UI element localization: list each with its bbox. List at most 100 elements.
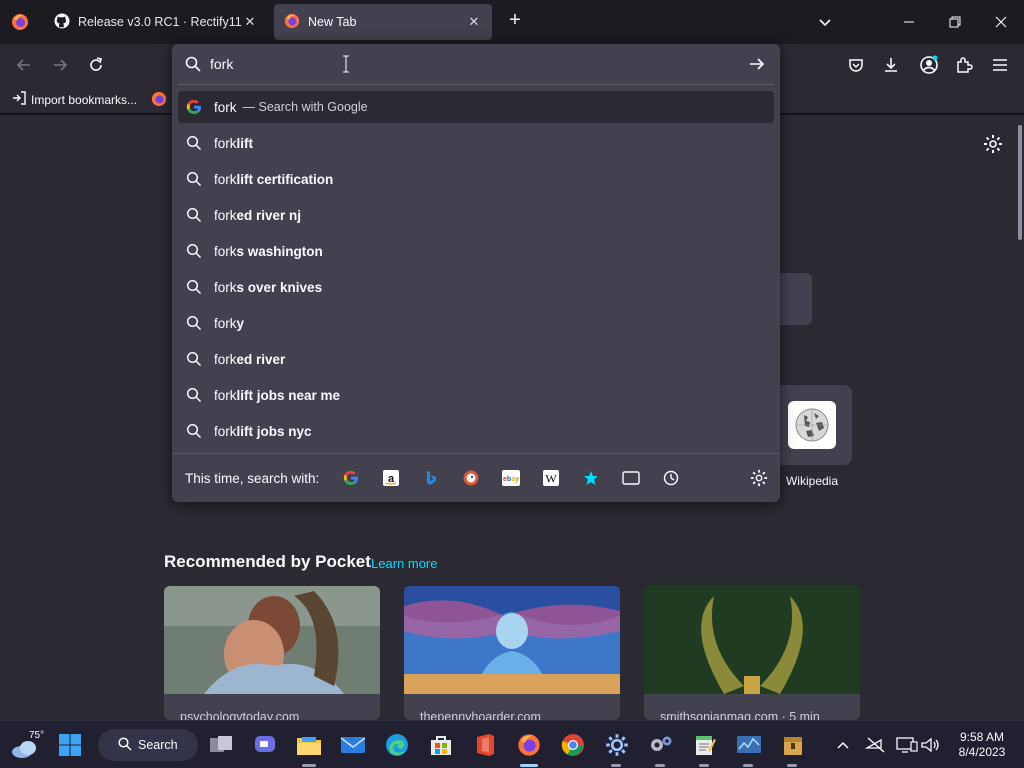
resource-monitor-icon[interactable] bbox=[735, 731, 763, 759]
mail-icon[interactable] bbox=[339, 731, 367, 759]
card-source: thepennyhoarder.com bbox=[420, 710, 541, 720]
file-explorer-icon[interactable] bbox=[295, 731, 323, 759]
bookmarks-star-icon[interactable] bbox=[580, 467, 602, 489]
menu-icon[interactable] bbox=[988, 53, 1012, 77]
search-icon bbox=[184, 55, 202, 73]
one-off-label: This time, search with: bbox=[185, 471, 320, 486]
suggestion-row[interactable]: fork lift certification bbox=[178, 163, 774, 195]
running-indicator bbox=[743, 764, 753, 767]
suggestion-row[interactable]: fork lift bbox=[178, 127, 774, 159]
firefox-icon bbox=[284, 13, 300, 32]
tab-new-tab[interactable]: New Tab ✕ bbox=[274, 4, 492, 40]
settings-app-icon[interactable] bbox=[603, 731, 631, 759]
clock-time: 9:58 AM bbox=[959, 730, 1005, 744]
chrome-icon[interactable] bbox=[559, 731, 587, 759]
suggestion-row[interactable]: fork ed river nj bbox=[178, 199, 774, 231]
tab-title: Release v3.0 RC1 · Rectify11/Inst bbox=[78, 15, 242, 29]
show-hidden-icons-chevron-icon[interactable] bbox=[829, 731, 857, 759]
suggestion-row[interactable]: fork s over knives bbox=[178, 271, 774, 303]
suggestion-row[interactable]: fork ed river bbox=[178, 343, 774, 375]
list-all-tabs-icon[interactable] bbox=[815, 12, 835, 32]
search-icon bbox=[184, 385, 204, 405]
control-panel-gears-icon[interactable] bbox=[647, 731, 675, 759]
pocket-icon[interactable] bbox=[844, 53, 868, 77]
close-window-button[interactable] bbox=[987, 8, 1015, 36]
search-icon bbox=[184, 133, 204, 153]
windows-start-icon[interactable] bbox=[56, 731, 84, 759]
edge-icon[interactable] bbox=[383, 731, 411, 759]
suggestion-completion-text: lift jobs nyc bbox=[236, 423, 312, 439]
search-icon bbox=[184, 169, 204, 189]
minimize-button[interactable] bbox=[895, 8, 923, 36]
microsoft-store-icon[interactable] bbox=[427, 731, 455, 759]
task-view-icon[interactable] bbox=[207, 731, 235, 759]
card-image bbox=[404, 586, 620, 694]
shortcut-label: Wikipedia bbox=[785, 474, 839, 488]
import-bookmarks-button[interactable]: Import bookmarks... bbox=[12, 91, 137, 108]
search-icon bbox=[184, 349, 204, 369]
network-offline-icon[interactable] bbox=[862, 731, 890, 759]
suggestion-completion-text: lift bbox=[236, 135, 254, 151]
google-icon[interactable] bbox=[340, 467, 362, 489]
bookmark-firefox[interactable] bbox=[151, 91, 167, 110]
amazon-icon[interactable]: a bbox=[380, 467, 402, 489]
pocket-card[interactable]: psychologytoday.com bbox=[164, 586, 380, 720]
suggestion-row[interactable]: fork lift jobs near me bbox=[178, 379, 774, 411]
pocket-learn-more-link[interactable]: Learn more bbox=[371, 556, 437, 571]
teams-chat-icon[interactable] bbox=[251, 731, 279, 759]
suggestion-completion-text: y bbox=[236, 315, 245, 331]
reload-icon[interactable] bbox=[84, 53, 108, 77]
address-bar-input[interactable] bbox=[210, 53, 730, 75]
pocket-card[interactable]: thepennyhoarder.com bbox=[404, 586, 620, 720]
restore-button[interactable] bbox=[941, 8, 969, 36]
weather-widget[interactable]: 75° bbox=[8, 729, 44, 761]
duckduckgo-icon[interactable] bbox=[460, 467, 482, 489]
forward-icon[interactable] bbox=[48, 53, 72, 77]
extensions-icon[interactable] bbox=[952, 53, 976, 77]
taskbar-search-button[interactable]: Search bbox=[98, 729, 198, 761]
card-source: smithsonianmag.com · 5 min bbox=[660, 710, 820, 720]
suggestion-typed-text: fork bbox=[214, 171, 237, 187]
office-icon[interactable] bbox=[471, 731, 499, 759]
downloads-icon[interactable] bbox=[879, 53, 903, 77]
suggestion-row[interactable]: fork lift jobs nyc bbox=[178, 415, 774, 447]
archive-icon[interactable] bbox=[779, 731, 807, 759]
ebay-icon[interactable]: ebay bbox=[500, 467, 522, 489]
windows-taskbar: 75° Search 9:58 AM 8/4/2023 bbox=[0, 720, 1024, 768]
new-tab-button[interactable]: + bbox=[504, 10, 526, 32]
notepad-icon[interactable] bbox=[691, 731, 719, 759]
history-icon[interactable] bbox=[660, 467, 682, 489]
search-settings-gear-icon[interactable] bbox=[748, 467, 770, 489]
account-icon[interactable] bbox=[917, 53, 941, 77]
suggestion-completion-text: s washington bbox=[236, 243, 323, 259]
one-off-search-bar: This time, search with: a ebay W bbox=[172, 453, 780, 503]
svg-text:W: W bbox=[545, 472, 557, 486]
page-scrollbar[interactable] bbox=[1018, 125, 1022, 240]
weather-temperature: 75° bbox=[29, 730, 45, 741]
urlbar-popup: fork— Search with Googleforkliftforklift… bbox=[172, 44, 780, 502]
close-tab-icon[interactable]: ✕ bbox=[466, 14, 482, 30]
search-icon bbox=[184, 277, 204, 297]
suggestion-row[interactable]: fork s washington bbox=[178, 235, 774, 267]
system-clock[interactable]: 9:58 AM 8/4/2023 bbox=[950, 730, 1014, 760]
suggestion-row[interactable]: fork y bbox=[178, 307, 774, 339]
pocket-card[interactable]: smithsonianmag.com · 5 min bbox=[644, 586, 860, 720]
suggestion-typed-text: fork bbox=[214, 99, 237, 115]
firefox-view-icon[interactable] bbox=[8, 10, 32, 34]
suggestion-row[interactable]: fork — Search with Google bbox=[178, 91, 774, 123]
suggestion-completion-text: lift certification bbox=[236, 171, 334, 187]
search-box-partial[interactable] bbox=[778, 273, 812, 325]
firefox-taskbar-icon[interactable] bbox=[515, 731, 543, 759]
tabs-icon[interactable] bbox=[620, 467, 642, 489]
back-icon[interactable] bbox=[12, 53, 36, 77]
close-tab-icon[interactable]: ✕ bbox=[242, 14, 258, 30]
import-bookmarks-label: Import bookmarks... bbox=[31, 92, 138, 107]
svg-text:ebay: ebay bbox=[503, 476, 519, 483]
tab-release[interactable]: Release v3.0 RC1 · Rectify11/Inst ✕ bbox=[44, 4, 268, 40]
go-arrow-icon[interactable] bbox=[748, 55, 766, 73]
wikipedia-icon[interactable]: W bbox=[540, 467, 562, 489]
volume-icon[interactable] bbox=[917, 731, 945, 759]
divider bbox=[178, 84, 774, 85]
customize-gear-icon[interactable] bbox=[983, 134, 1003, 154]
bing-icon[interactable] bbox=[420, 467, 442, 489]
